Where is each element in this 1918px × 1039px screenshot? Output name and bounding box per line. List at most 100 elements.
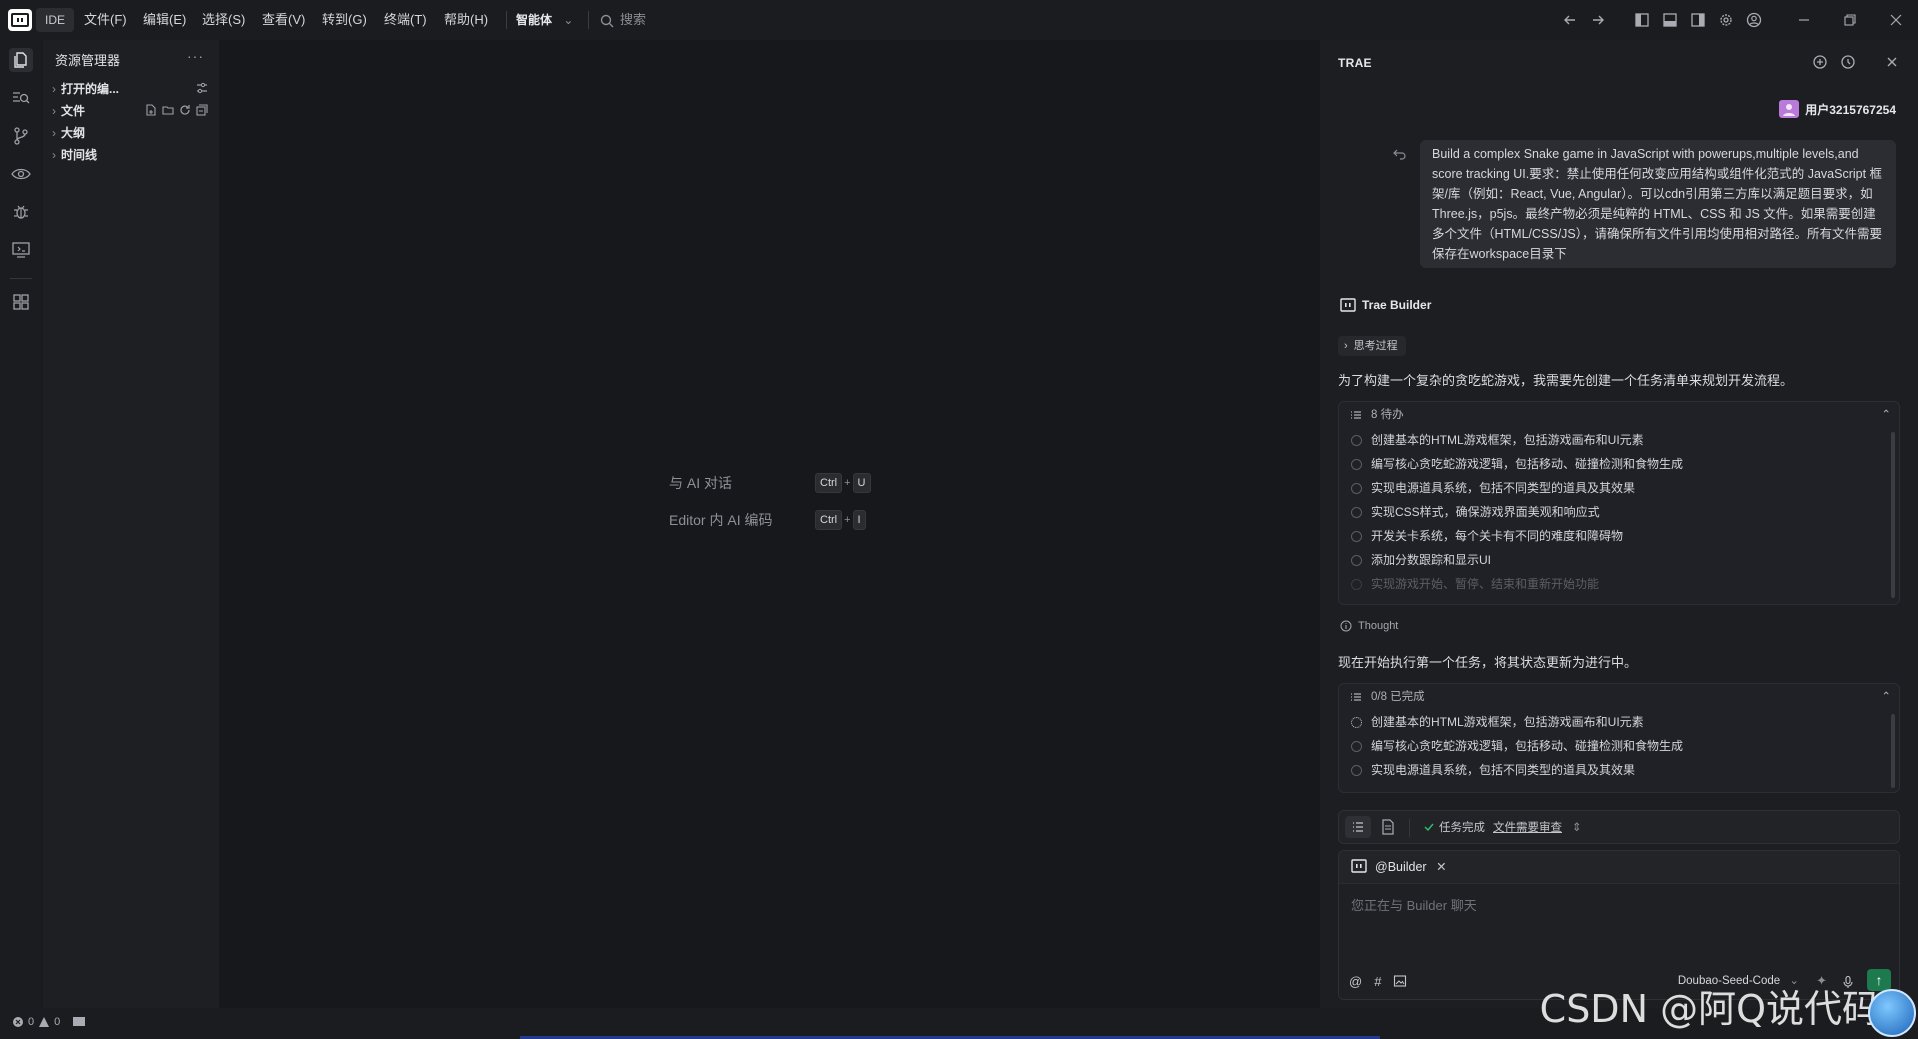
todo-header[interactable]: 8 待办 ⌃ (1339, 402, 1899, 428)
arrow-left-icon[interactable] (1560, 10, 1580, 30)
scrollbar[interactable] (1891, 432, 1895, 598)
chat-input[interactable]: 您正在与 Builder 聊天 (1351, 895, 1477, 914)
extensions-icon[interactable] (9, 290, 33, 314)
key-cap: Ctrl (815, 473, 843, 493)
remote-icon[interactable] (9, 238, 33, 262)
section-actions (195, 81, 209, 95)
menu-help[interactable]: 帮助(H) (440, 8, 492, 32)
title-bar: IDE 文件(F) 编辑(E) 选择(S) 查看(V) 转到(G) 终端(T) … (0, 0, 1918, 40)
history-icon[interactable] (1838, 52, 1858, 72)
menu-edit[interactable]: 编辑(E) (139, 8, 190, 32)
shortcut-keys: Ctrl + I (815, 510, 866, 530)
status-circle-icon (1351, 531, 1362, 542)
task-list-toggle[interactable] (1345, 816, 1371, 838)
close-icon[interactable] (1882, 52, 1902, 72)
todo-item: 创建基本的HTML游戏框架，包括游戏画布和UI元素 (1339, 710, 1899, 734)
todo-header[interactable]: 0/8 已完成 ⌃ (1339, 684, 1899, 710)
eye-icon[interactable] (9, 162, 33, 186)
section-timeline[interactable]: › 时间线 (47, 144, 215, 166)
minimize-icon[interactable] (1794, 10, 1814, 30)
hash-icon[interactable]: # (1374, 974, 1381, 989)
terminal-icon[interactable] (72, 1016, 86, 1028)
menu-file[interactable]: 文件(F) (80, 8, 131, 32)
todo-progress-card: 0/8 已完成 ⌃ 创建基本的HTML游戏框架，包括游戏画布和UI元素 编写核心… (1338, 683, 1900, 793)
scrollbar[interactable] (1891, 714, 1895, 788)
toggle-sidebar-icon[interactable] (1632, 10, 1652, 30)
bot-message: 为了构建一个复杂的贪吃蛇游戏，我需要先创建一个任务清单来规划开发流程。 (1338, 373, 1794, 388)
filter-icon[interactable] (195, 81, 209, 95)
collapse-icon[interactable]: ⌃ (1881, 402, 1891, 428)
undo-icon[interactable] (1392, 146, 1408, 162)
thought-label-row[interactable]: Thought (1340, 620, 1398, 632)
new-folder-icon[interactable] (161, 103, 175, 117)
document-icon[interactable] (1377, 816, 1399, 838)
agent-tag[interactable]: @Builder (1375, 860, 1427, 874)
search-icon (600, 14, 614, 28)
hint-label: Editor 内 AI 编码 (669, 512, 773, 528)
source-control-icon[interactable] (9, 124, 33, 148)
menu-terminal[interactable]: 终端(T) (380, 8, 431, 32)
tools-icon[interactable]: ✕ (1436, 860, 1446, 874)
collapse-icon[interactable]: ⌃ (1881, 684, 1891, 710)
task-done-icon (1423, 821, 1435, 833)
toggle-panel-icon[interactable] (1660, 10, 1680, 30)
key-cap: U (852, 473, 871, 493)
problems-indicator[interactable]: 0 0 (12, 1016, 86, 1028)
agent-mode-select[interactable]: 智能体 ⌄ (516, 8, 573, 32)
section-outline[interactable]: › 大纲 (47, 122, 215, 144)
search-label: 搜索 (620, 12, 647, 27)
toggle-right-panel-icon[interactable] (1688, 10, 1708, 30)
user-message: Build a complex Snake game in JavaScript… (1420, 140, 1896, 268)
more-icon[interactable]: ··· (187, 48, 204, 64)
bot-header: Trae Builder (1340, 298, 1431, 312)
new-chat-icon[interactable] (1810, 52, 1830, 72)
trae-logo-icon (1351, 859, 1367, 873)
status-circle-icon (1351, 459, 1362, 470)
gear-icon[interactable] (1716, 10, 1736, 30)
todo-text: 创建基本的HTML游戏框架，包括游戏画布和UI元素 (1371, 433, 1644, 447)
arrow-right-icon[interactable] (1588, 10, 1608, 30)
thinking-toggle[interactable]: › 思考过程 (1338, 336, 1406, 356)
chevron-right-icon: › (1344, 340, 1348, 352)
todo-text: 编写核心贪吃蛇游戏逻辑，包括移动、碰撞检测和食物生成 (1371, 457, 1684, 471)
search-icon[interactable] (9, 86, 33, 110)
todo-item: 编写核心贪吃蛇游戏逻辑，包括移动、碰撞检测和食物生成 (1339, 452, 1899, 476)
debug-icon[interactable] (9, 200, 33, 224)
shortcut-keys: Ctrl + U (815, 473, 871, 493)
list-icon (1350, 691, 1362, 703)
mention-icon[interactable]: @ (1349, 974, 1362, 989)
in-progress-icon (1351, 717, 1362, 728)
task-status: 任务完成 文件需要审查 ⇕ (1423, 819, 1582, 835)
review-files-link[interactable]: 文件需要审查 (1493, 819, 1562, 835)
agent-mode-label: 智能体 (516, 13, 553, 27)
section-actions (144, 103, 209, 117)
todo-item: 实现CSS样式，确保游戏界面美观和响应式 (1339, 500, 1899, 524)
todo-text: 添加分数跟踪和显示UI (1371, 553, 1492, 567)
close-window-icon[interactable] (1886, 10, 1906, 30)
search-box[interactable]: 搜索 (600, 8, 646, 32)
editor-area[interactable]: 与 AI 对话 Ctrl + U Editor 内 AI 编码 Ctrl + I (220, 40, 1317, 1008)
agent-tag-bar: @Builder ✕ (1339, 851, 1899, 884)
section-open-editors[interactable]: › 打开的编... (47, 78, 215, 100)
chevron-right-icon: › (52, 82, 56, 96)
info-icon (1340, 620, 1352, 632)
refresh-icon[interactable] (178, 103, 192, 117)
error-icon (12, 1016, 24, 1028)
chevron-right-icon: › (52, 126, 56, 140)
account-icon[interactable] (1744, 10, 1764, 30)
menu-go[interactable]: 转到(G) (318, 8, 371, 32)
menu-divider (506, 11, 507, 29)
explorer-icon[interactable] (9, 48, 33, 72)
todo-text: 编写核心贪吃蛇游戏逻辑，包括移动、碰撞检测和食物生成 (1371, 739, 1684, 753)
new-file-icon[interactable] (144, 103, 158, 117)
image-icon[interactable] (1393, 974, 1407, 989)
menu-selection[interactable]: 选择(S) (198, 8, 249, 32)
expand-icon[interactable]: ⇕ (1572, 820, 1582, 834)
menu-view[interactable]: 查看(V) (258, 8, 309, 32)
restore-icon[interactable] (1840, 10, 1860, 30)
section-files[interactable]: › 文件 (47, 100, 215, 122)
bot-name: Trae Builder (1362, 298, 1432, 312)
collapse-all-icon[interactable] (195, 103, 209, 117)
ide-badge[interactable]: IDE (36, 8, 74, 32)
thinking-label: 思考过程 (1353, 340, 1398, 352)
